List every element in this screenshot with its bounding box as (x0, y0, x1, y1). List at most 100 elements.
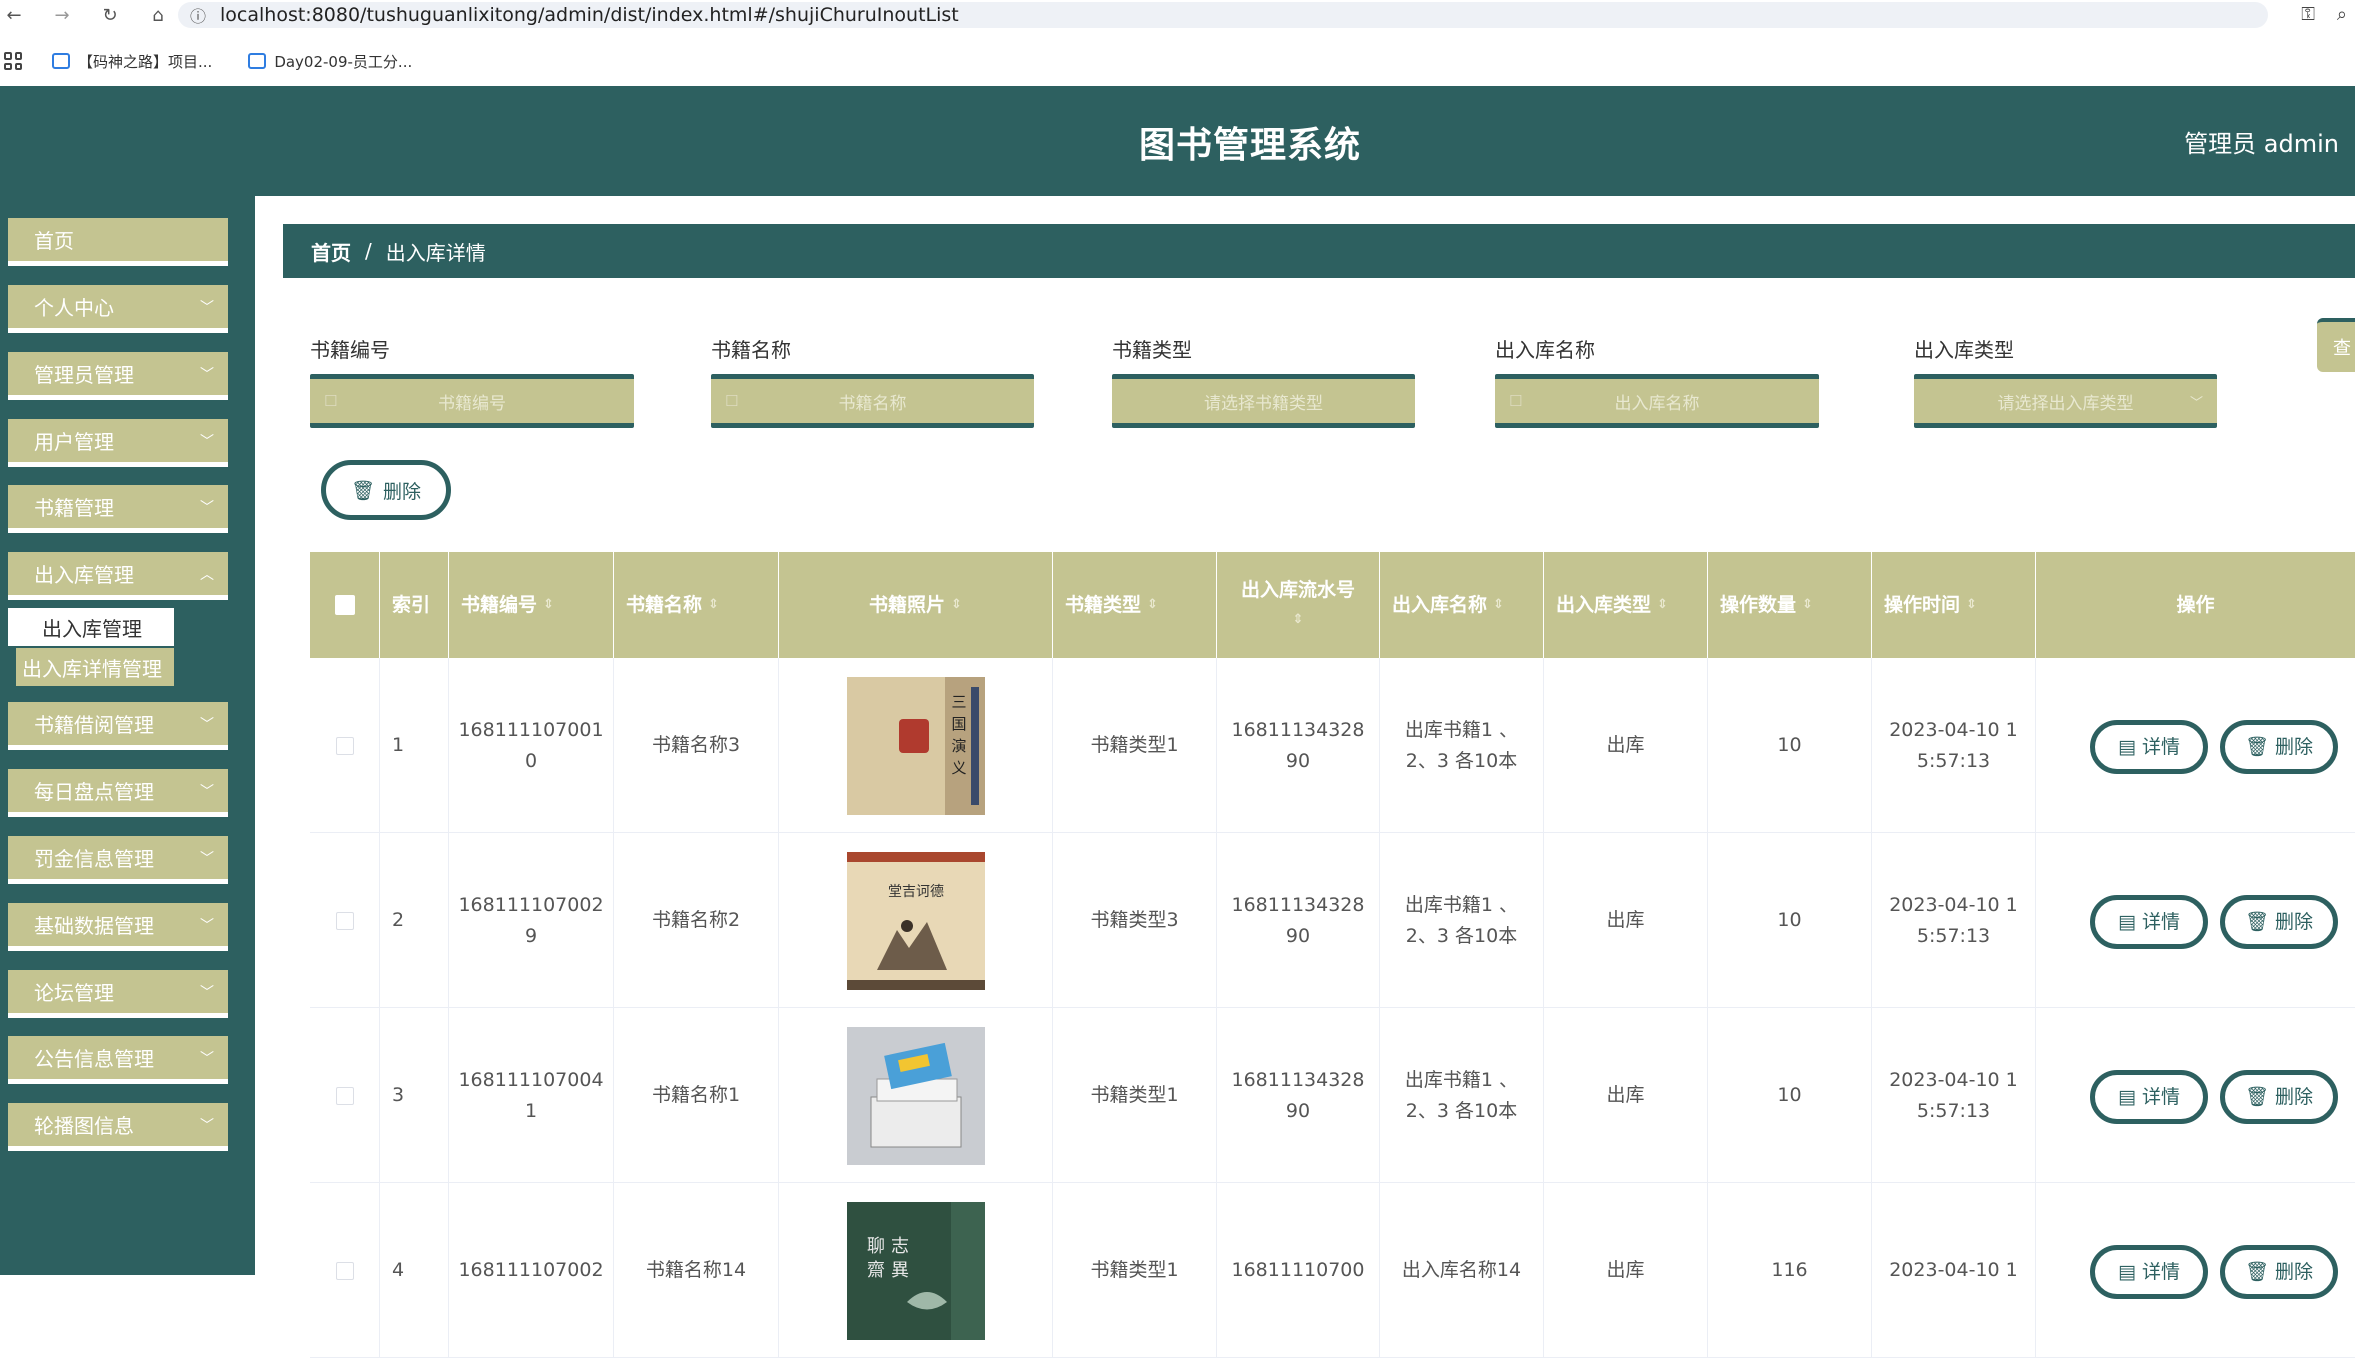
breadcrumb: 首页 / 出入库详情 (283, 224, 2355, 278)
submenu-inout-detail[interactable]: 出入库详情管理 (16, 648, 174, 686)
forward-icon[interactable]: → (48, 1, 76, 29)
row-checkbox[interactable] (335, 1086, 354, 1105)
app-title: 图书管理系统 (1138, 125, 1361, 166)
sort-icon[interactable]: ⇕ (1493, 590, 1504, 620)
cell-actions: ▤ 详情 🗑 删除 (2036, 833, 2355, 1008)
sidebar-item-notice[interactable]: 公告信息管理 ﹀ (8, 1036, 228, 1084)
delete-button[interactable]: 🗑 删除 (2220, 1245, 2338, 1299)
delete-button[interactable]: 🗑 删除 (2220, 895, 2338, 949)
sidebar-item-inout[interactable]: 出入库管理 ︿ (8, 552, 228, 600)
reload-icon[interactable]: ↻ (96, 1, 124, 29)
cell-time: 2023-04-10 1 5:57:13 (1872, 1008, 2036, 1183)
cell-ioname: 出库书籍1 、 2、3 各10本 (1380, 833, 1544, 1008)
bookmark-1[interactable]: 【码神之路】项目... (52, 51, 212, 72)
apps-icon[interactable] (4, 52, 22, 70)
sort-icon[interactable]: ⇕ (951, 590, 962, 620)
search-input-ioname[interactable]: ☐ 出入库名称 (1495, 374, 1819, 428)
sidebar-item-admin[interactable]: 管理员管理 ﹀ (8, 352, 228, 400)
home-icon[interactable]: ⌂ (144, 1, 172, 29)
row-checkbox[interactable] (335, 736, 354, 755)
sidebar-item-fines[interactable]: 罚金信息管理 ﹀ (8, 836, 228, 884)
row-checkbox[interactable] (335, 1261, 354, 1280)
header-time[interactable]: 操作时间 ⇕ (1872, 552, 2036, 658)
user-label[interactable]: 管理员 admin (2184, 124, 2339, 159)
header-ioname[interactable]: 出入库名称 ⇕ (1380, 552, 1544, 658)
trash-icon: 🗑 (2244, 1260, 2270, 1283)
cell-time: 2023-04-10 1 5:57:13 (1872, 833, 2036, 1008)
book-cover-image[interactable]: 堂吉诃德 (846, 851, 985, 990)
book-cover-image[interactable] (846, 1026, 985, 1165)
cell-index: 3 (380, 1008, 449, 1183)
select-io-type[interactable]: 请选择出入库类型 ﹀ (1914, 374, 2217, 428)
batch-delete-button[interactable]: 🗑 删除 (321, 460, 451, 520)
submenu-inout-manage[interactable]: 出入库管理 (8, 608, 174, 646)
sort-icon[interactable]: ⇕ (1966, 590, 1977, 620)
chevron-down-icon: ﹀ (2189, 395, 2203, 411)
table-row[interactable]: 4 168111107002 书籍名称14 聊 齋 志 異 书籍类型1 1681… (310, 1183, 2355, 1358)
header-serial[interactable]: 出入库流水号 ⇕ (1217, 552, 1380, 658)
cell-actions: ▤ 详情 🗑 删除 (2036, 658, 2355, 833)
cell-actions: ▤ 详情 🗑 删除 (2036, 1008, 2355, 1183)
sidebar-item-users[interactable]: 用户管理 ﹀ (8, 419, 228, 467)
sort-icon[interactable]: ⇕ (543, 590, 554, 620)
url-bar[interactable]: ⓘ localhost:8080/tushuguanlixitong/admin… (178, 2, 2268, 28)
cell-iotype: 出库 (1544, 1183, 1708, 1358)
cell-serial: 16811134328 90 (1217, 833, 1380, 1008)
sidebar-item-personal[interactable]: 个人中心 ﹀ (8, 285, 228, 333)
zoom-icon[interactable]: ⌕ (2337, 4, 2347, 25)
sidebar: 首页 个人中心 ﹀ 管理员管理 ﹀ 用户管理 ﹀ 书籍管理 ﹀ 出入库管理 ︿ 出入库管理… (0, 196, 255, 1275)
header-type[interactable]: 书籍类型 ⇕ (1053, 552, 1217, 658)
search-input-code[interactable]: ☐ 书籍编号 (310, 374, 634, 428)
delete-button[interactable]: 🗑 删除 (2220, 720, 2338, 774)
detail-button[interactable]: ▤ 详情 (2090, 720, 2208, 774)
row-select-cell (310, 833, 380, 1008)
search-button[interactable]: 查 (2317, 318, 2355, 372)
cell-index: 4 (380, 1183, 449, 1358)
header-name[interactable]: 书籍名称 ⇕ (614, 552, 779, 658)
delete-button[interactable]: 🗑 删除 (2220, 1070, 2338, 1124)
row-checkbox[interactable] (335, 911, 354, 930)
table-row[interactable]: 1 168111107001 0 书籍名称3 三 国 演 义 书籍类型1 1681… (310, 658, 2355, 833)
select-book-type[interactable]: 请选择书籍类型 (1112, 374, 1415, 428)
svg-text:聊: 聊 (867, 1236, 885, 1257)
header-photo[interactable]: 书籍照片 ⇕ (779, 552, 1053, 658)
cell-type: 书籍类型1 (1053, 658, 1217, 833)
document-icon: ▤ (2118, 910, 2136, 933)
sidebar-item-borrow[interactable]: 书籍借阅管理 ﹀ (8, 702, 228, 750)
chevron-down-icon: ﹀ (200, 434, 214, 450)
sidebar-item-forum[interactable]: 论坛管理 ﹀ (8, 970, 228, 1018)
sidebar-item-basedata[interactable]: 基础数据管理 ﹀ (8, 903, 228, 951)
bookmark-icon (52, 53, 70, 69)
header-iotype[interactable]: 出入库类型 ⇕ (1544, 552, 1708, 658)
back-icon[interactable]: ← (0, 1, 28, 29)
breadcrumb-home[interactable]: 首页 (311, 237, 351, 266)
sort-icon[interactable]: ⇕ (1802, 590, 1813, 620)
table-row[interactable]: 3 168111107004 1 书籍名称1 书籍类型1 16811134328 9… (310, 1008, 2355, 1183)
cell-actions: ▤ 详情 🗑 删除 (2036, 1183, 2355, 1358)
bookmark-2[interactable]: Day02-09-员工分... (248, 51, 412, 72)
sort-icon[interactable]: ⇕ (1657, 590, 1668, 620)
sort-icon[interactable]: ⇕ (1147, 590, 1158, 620)
search-input-name[interactable]: ☐ 书籍名称 (711, 374, 1034, 428)
sidebar-item-books[interactable]: 书籍管理 ﹀ (8, 485, 228, 533)
trash-icon: 🗑 (2244, 735, 2270, 758)
info-icon[interactable]: ⓘ (190, 3, 206, 27)
table-row[interactable]: 2 168111107002 9 书籍名称2 堂吉诃德 书籍类型3 1681113… (310, 833, 2355, 1008)
cell-qty: 10 (1708, 658, 1872, 833)
sidebar-item-inventory[interactable]: 每日盘点管理 ﹀ (8, 769, 228, 817)
select-all-checkbox[interactable] (334, 595, 355, 615)
header-code[interactable]: 书籍编号 ⇕ (449, 552, 614, 658)
sort-icon[interactable]: ⇕ (708, 590, 719, 620)
book-cover-image[interactable]: 聊 齋 志 異 (846, 1201, 985, 1340)
detail-button[interactable]: ▤ 详情 (2090, 1245, 2208, 1299)
header-qty[interactable]: 操作数量 ⇕ (1708, 552, 1872, 658)
sidebar-item-carousel[interactable]: 轮播图信息 ﹀ (8, 1103, 228, 1151)
book-cover-image[interactable]: 三 国 演 义 (846, 676, 985, 815)
detail-button[interactable]: ▤ 详情 (2090, 1070, 2208, 1124)
sort-icon[interactable]: ⇕ (1293, 605, 1304, 635)
key-icon[interactable]: ⚿ (2301, 4, 2315, 25)
detail-button[interactable]: ▤ 详情 (2090, 895, 2208, 949)
cell-photo: 三 国 演 义 (779, 658, 1053, 833)
search-label-code: 书籍编号 (310, 338, 390, 362)
sidebar-item-home[interactable]: 首页 (8, 218, 228, 266)
